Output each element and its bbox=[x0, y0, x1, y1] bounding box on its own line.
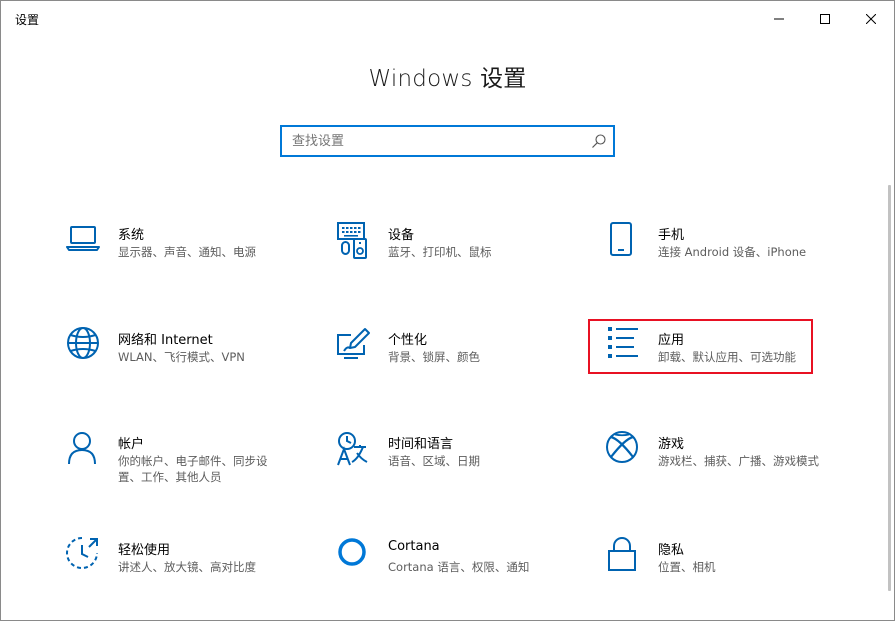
phone-icon bbox=[610, 222, 632, 256]
tile-description: 卸载、默认应用、可选功能 bbox=[658, 350, 796, 364]
tile-description: 显示器、声音、通知、电源 bbox=[118, 245, 256, 259]
tile-apps[interactable]: 应用 卸载、默认应用、可选功能 bbox=[606, 327, 826, 387]
tile-name: 轻松使用 bbox=[118, 543, 171, 558]
personalization-icon bbox=[337, 328, 370, 359]
search-input[interactable] bbox=[282, 127, 592, 155]
title-bar: 设置 bbox=[1, 1, 894, 37]
tile-name: 帐户 bbox=[118, 437, 145, 452]
tile-description: 游戏栏、捕获、广播、游戏模式 bbox=[658, 454, 819, 468]
globe-icon bbox=[67, 327, 99, 359]
minimize-button[interactable] bbox=[756, 1, 802, 37]
ease-of-access-icon bbox=[66, 537, 98, 569]
close-button[interactable] bbox=[848, 1, 894, 37]
tile-description: 讲述人、放大镜、高对比度 bbox=[118, 560, 256, 574]
tile-phone[interactable]: 手机 连接 Android 设备、iPhone bbox=[606, 222, 826, 282]
search-box[interactable] bbox=[280, 125, 615, 157]
tile-description: 语音、区域、日期 bbox=[388, 454, 480, 468]
tile-description: 蓝牙、打印机、鼠标 bbox=[388, 245, 492, 259]
tile-description: WLAN、飞行模式、VPN bbox=[118, 350, 245, 364]
tile-time-language[interactable]: 时间和语言 语音、区域、日期 bbox=[336, 431, 556, 491]
tile-personalization[interactable]: 个性化 背景、锁屏、颜色 bbox=[336, 327, 556, 387]
close-icon bbox=[866, 14, 876, 24]
scrollbar[interactable] bbox=[888, 185, 891, 591]
tile-name: 设备 bbox=[388, 228, 415, 243]
cortana-icon bbox=[338, 538, 366, 566]
tile-name: 隐私 bbox=[658, 543, 685, 558]
tile-description: 连接 Android 设备、iPhone bbox=[658, 245, 807, 259]
tile-description: Cortana 语言、权限、通知 bbox=[388, 560, 530, 574]
xbox-icon bbox=[606, 431, 638, 463]
tile-devices[interactable]: 设备 蓝牙、打印机、鼠标 bbox=[336, 222, 556, 282]
tile-description: 位置、相机 bbox=[658, 560, 716, 574]
tile-name: 时间和语言 bbox=[388, 437, 454, 452]
tile-name: 个性化 bbox=[388, 333, 428, 348]
person-icon bbox=[68, 432, 96, 465]
tile-name: 游戏 bbox=[658, 437, 685, 452]
tile-name: 系统 bbox=[118, 228, 145, 243]
tile-name: 应用 bbox=[658, 333, 685, 348]
tile-ease-of-access[interactable]: 轻松使用 讲述人、放大镜、高对比度 bbox=[66, 537, 286, 597]
maximize-button[interactable] bbox=[802, 1, 848, 37]
tile-name: Cortana bbox=[388, 539, 440, 554]
devices-icon bbox=[337, 222, 367, 259]
tile-system[interactable]: 系统 显示器、声音、通知、电源 bbox=[66, 222, 286, 282]
tile-description: 背景、锁屏、颜色 bbox=[388, 350, 480, 364]
tile-name: 手机 bbox=[658, 228, 685, 243]
lock-icon bbox=[608, 537, 636, 571]
page-title: Windows 设置 bbox=[368, 66, 527, 92]
tile-description: 你的帐户、电子邮件、同步设置、工作、其他人员 bbox=[118, 454, 268, 484]
tile-name: 网络和 Internet bbox=[118, 333, 213, 348]
window-title: 设置 bbox=[15, 13, 40, 27]
laptop-icon bbox=[66, 226, 100, 251]
apps-list-icon bbox=[608, 327, 638, 358]
settings-window: 设置 Windows 设置 系统 显示器、声音、通知、电源 bbox=[0, 0, 895, 621]
tile-network[interactable]: 网络和 Internet WLAN、飞行模式、VPN bbox=[66, 327, 286, 387]
tile-accounts[interactable]: 帐户 你的帐户、电子邮件、同步设置、工作、其他人员 bbox=[66, 431, 286, 491]
maximize-icon bbox=[820, 14, 830, 24]
tile-cortana[interactable]: Cortana Cortana 语言、权限、通知 bbox=[336, 537, 556, 597]
tile-gaming[interactable]: 游戏 游戏栏、捕获、广播、游戏模式 bbox=[606, 431, 826, 491]
tile-privacy[interactable]: 隐私 位置、相机 bbox=[606, 537, 826, 597]
minimize-icon bbox=[774, 18, 784, 20]
time-language-icon bbox=[337, 432, 368, 466]
search-icon[interactable] bbox=[591, 133, 607, 149]
